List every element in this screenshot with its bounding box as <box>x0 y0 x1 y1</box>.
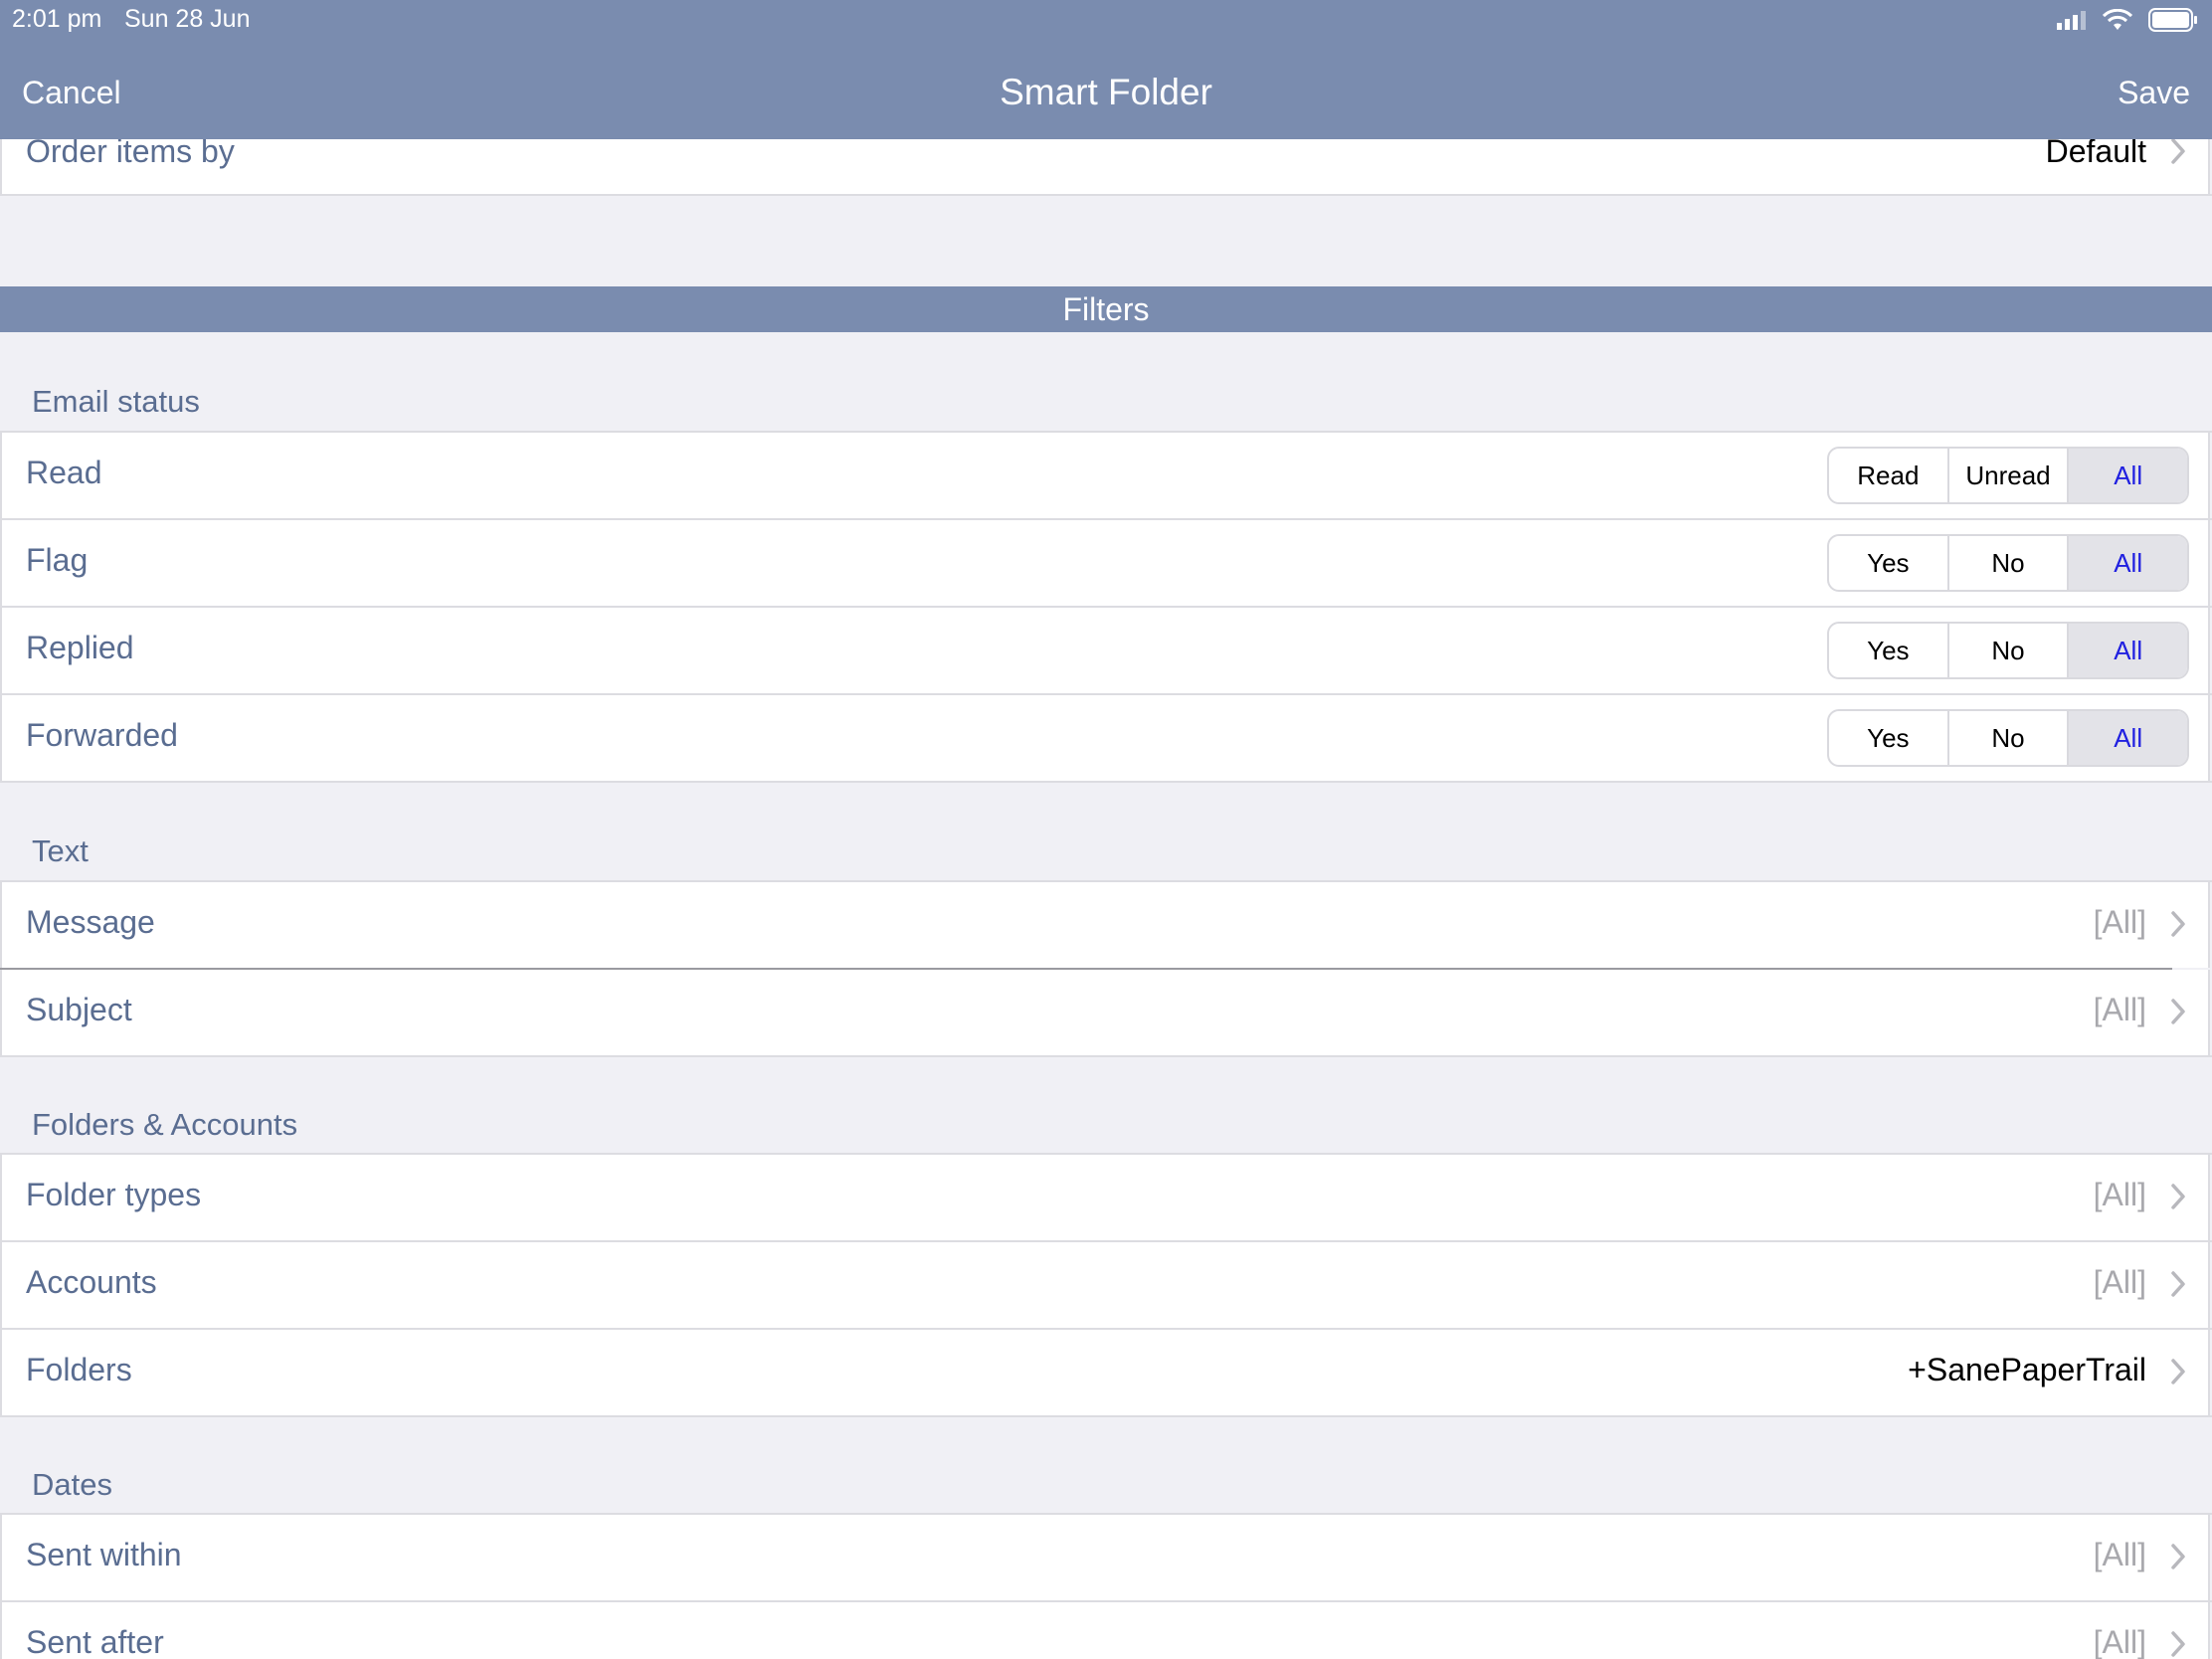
divider <box>0 781 2212 783</box>
chevron-right-icon <box>2171 1184 2185 1209</box>
chevron-right-icon <box>2171 999 2185 1024</box>
segment-read[interactable]: Read <box>1829 449 1949 502</box>
replied-segmented-control: Yes No All <box>1827 622 2189 679</box>
sent-after-row[interactable]: Sent after [All] <box>0 1602 2210 1659</box>
sent-after-label: Sent after <box>26 1624 164 1659</box>
segment-yes[interactable]: Yes <box>1829 624 1949 677</box>
replied-label: Replied <box>26 630 134 665</box>
flag-label: Flag <box>26 542 89 578</box>
subject-value: [All] <box>2093 992 2146 1027</box>
status-bar: 2:01 pm Sun 28 Jun <box>0 0 2212 40</box>
forwarded-label: Forwarded <box>26 717 178 753</box>
segment-unread[interactable]: Unread <box>1949 449 2070 502</box>
folders-value: +SanePaperTrail <box>1908 1352 2146 1387</box>
folder-types-value: [All] <box>2093 1177 2146 1212</box>
flag-row: Flag Yes No All <box>0 520 2210 606</box>
replied-row: Replied Yes No All <box>0 608 2210 693</box>
message-row[interactable]: Message [All] <box>0 882 2210 968</box>
order-items-label: Order items by <box>26 139 235 169</box>
accounts-row[interactable]: Accounts [All] <box>0 1242 2210 1328</box>
order-items-value: Default <box>2045 139 2146 169</box>
chevron-right-icon <box>2171 1631 2185 1657</box>
order-items-row[interactable]: Order items by Default <box>0 139 2210 196</box>
folder-types-row[interactable]: Folder types [All] <box>0 1155 2210 1240</box>
segment-all[interactable]: All <box>2069 711 2187 765</box>
flag-segmented-control: Yes No All <box>1827 534 2189 592</box>
read-label: Read <box>26 455 102 490</box>
segment-yes[interactable]: Yes <box>1829 711 1949 765</box>
forwarded-row: Forwarded Yes No All <box>0 695 2210 781</box>
wifi-icon <box>2103 9 2132 30</box>
section-folders-accounts: Folders & Accounts <box>32 1107 298 1142</box>
chevron-right-icon <box>2171 1359 2185 1384</box>
sent-within-row[interactable]: Sent within [All] <box>0 1515 2210 1600</box>
chevron-right-icon <box>2171 139 2185 164</box>
sent-after-value: [All] <box>2093 1624 2146 1659</box>
status-time: 2:01 pm <box>12 5 102 33</box>
chevron-right-icon <box>2171 1271 2185 1297</box>
segment-no[interactable]: No <box>1949 624 2070 677</box>
cellular-signal-icon <box>2057 11 2086 30</box>
read-segmented-control: Read Unread All <box>1827 447 2189 504</box>
battery-icon <box>2148 8 2197 32</box>
navigation-bar: Cancel Smart Folder Save <box>0 40 2212 139</box>
status-date: Sun 28 Jun <box>124 5 251 33</box>
section-dates: Dates <box>32 1467 112 1502</box>
accounts-value: [All] <box>2093 1264 2146 1300</box>
sent-within-label: Sent within <box>26 1537 182 1572</box>
message-value: [All] <box>2093 904 2146 940</box>
subject-label: Subject <box>26 992 132 1027</box>
section-text: Text <box>32 833 89 868</box>
segment-all[interactable]: All <box>2069 536 2187 590</box>
subject-row[interactable]: Subject [All] <box>0 970 2210 1055</box>
save-button[interactable]: Save <box>2118 75 2190 111</box>
read-row: Read Read Unread All <box>0 433 2210 518</box>
chevron-right-icon <box>2171 911 2185 937</box>
accounts-label: Accounts <box>26 1264 157 1300</box>
forwarded-segmented-control: Yes No All <box>1827 709 2189 767</box>
segment-all[interactable]: All <box>2069 449 2187 502</box>
divider <box>0 1055 2212 1057</box>
folders-row[interactable]: Folders +SanePaperTrail <box>0 1330 2210 1415</box>
settings-scroll[interactable]: Order items by Default Filters Email sta… <box>0 139 2212 1659</box>
segment-no[interactable]: No <box>1949 711 2070 765</box>
message-label: Message <box>26 904 155 940</box>
segment-all[interactable]: All <box>2069 624 2187 677</box>
chevron-right-icon <box>2171 1544 2185 1569</box>
folders-label: Folders <box>26 1352 132 1387</box>
divider <box>0 1415 2212 1417</box>
divider <box>0 194 2212 196</box>
segment-no[interactable]: No <box>1949 536 2070 590</box>
sent-within-value: [All] <box>2093 1537 2146 1572</box>
page-title: Smart Folder <box>1000 72 1212 112</box>
status-icons <box>2057 8 2198 32</box>
folder-types-label: Folder types <box>26 1177 202 1212</box>
segment-yes[interactable]: Yes <box>1829 536 1949 590</box>
filters-header: Filters <box>0 286 2212 332</box>
section-email-status: Email status <box>32 384 200 419</box>
